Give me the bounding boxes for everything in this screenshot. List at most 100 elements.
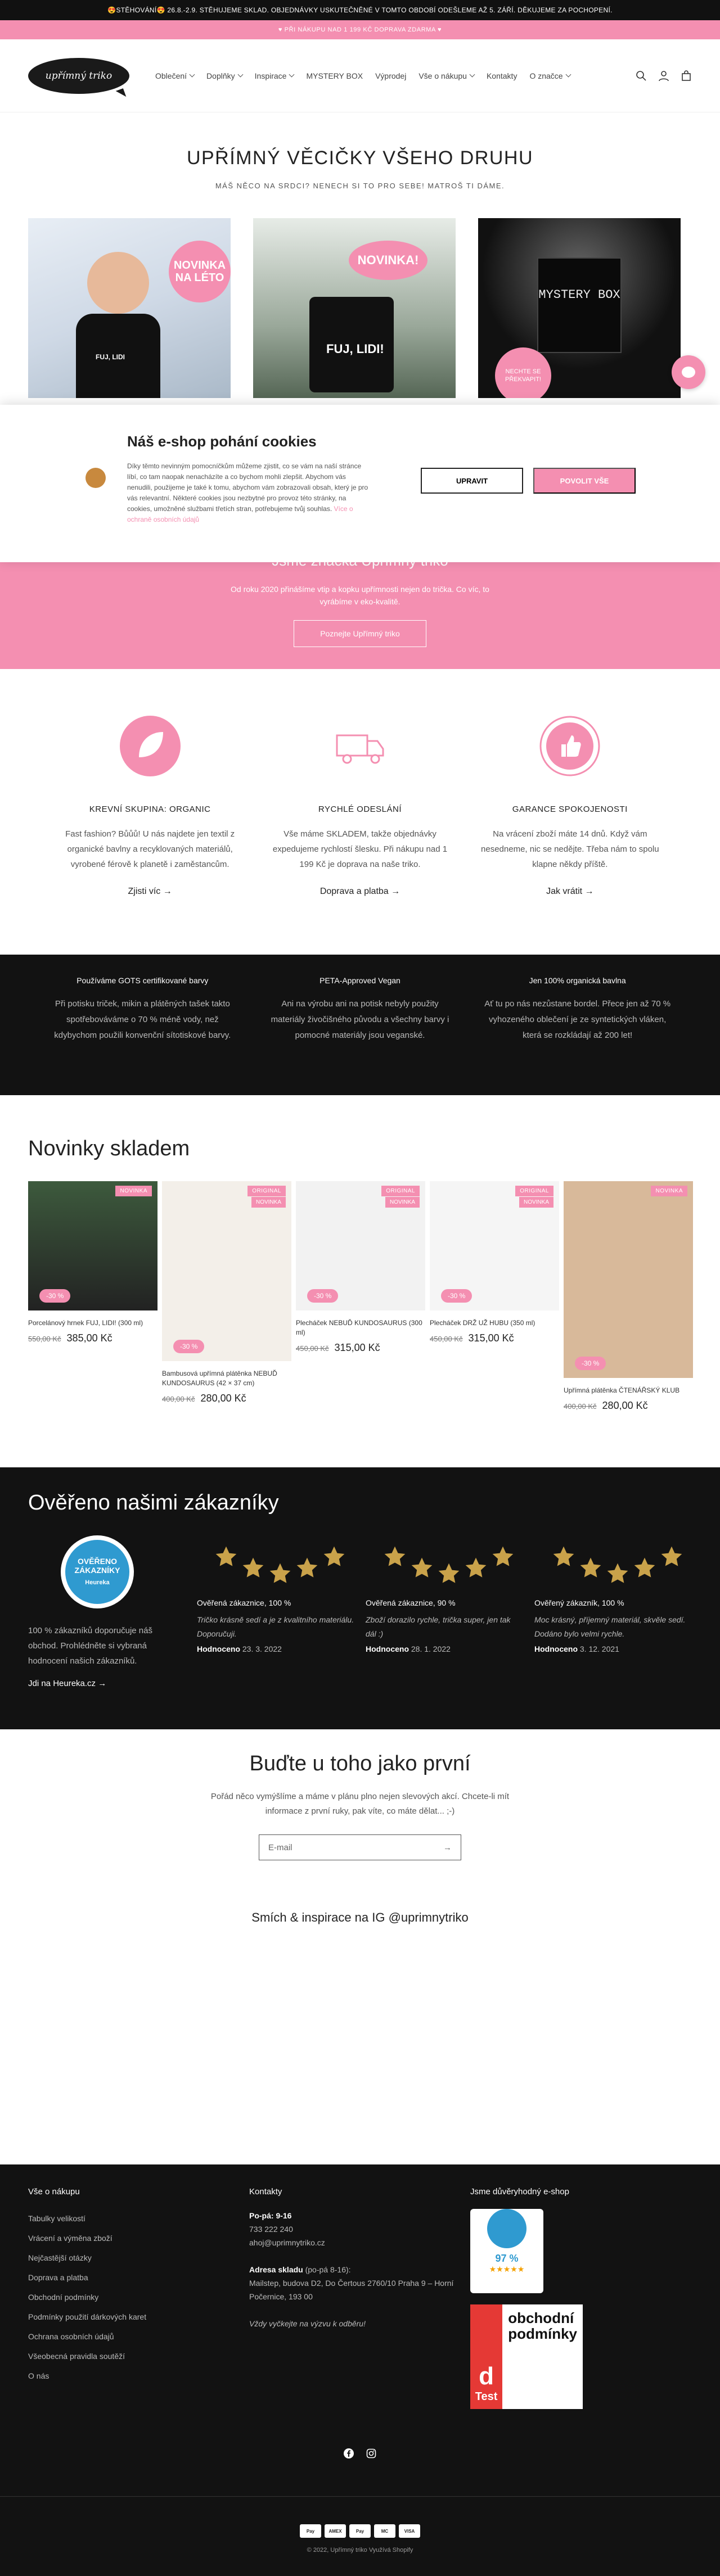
feature-link[interactable]: Jak vrátit → [546, 887, 593, 897]
review-card: Ověřená zákaznice, 100 % Tričko krásně s… [197, 1535, 354, 1689]
copyright: © 2022, Upřímný triko Využívá Shopify [307, 2547, 413, 2554]
tile-new-mug[interactable]: FUJ, LIDI! NOVINKA! [253, 218, 456, 398]
logo-text: upřímný triko [45, 70, 112, 82]
product-card[interactable]: ORIGINAL NOVINKA -30 % Bambusová upřímná p… [162, 1181, 291, 1404]
nav-item[interactable]: Oblečení [155, 71, 195, 80]
instagram-icon[interactable] [366, 2448, 376, 2459]
product-card[interactable]: NOVINKA -30 % Upřímná plátěnka ČTENÁŘSKÝ … [564, 1181, 693, 1412]
review-cards: Ověřená zákaznice, 100 % Tričko krásně s… [197, 1535, 692, 1689]
arrow-right-icon[interactable]: → [443, 1843, 452, 1852]
tile-badge: NECHTE SE PŘEKVAPIT! [495, 347, 551, 398]
contact-address: Mailstep, budova D2, Do Čertous 2760/10 … [249, 2279, 454, 2301]
rating-stars-icon: ★★★★★ [489, 2265, 525, 2274]
heureka-badge-inner: OVĚŘENO ZÁKAZNÍKY Heureka [65, 1540, 129, 1604]
product-image[interactable]: ORIGINAL NOVINKA -30 % [296, 1181, 425, 1310]
nav-item[interactable]: Inspirace [255, 71, 295, 80]
star-icon [215, 1546, 237, 1566]
account-icon[interactable] [658, 70, 669, 82]
rating-stars [551, 1535, 692, 1586]
nav-item-label: Kontakty [486, 71, 518, 80]
footer-link[interactable]: Podmínky použití dárkových karet [28, 2307, 249, 2327]
product-image[interactable]: ORIGINAL NOVINKA -30 % [430, 1181, 559, 1310]
heureka-brand: Heureka [85, 1579, 110, 1586]
review-text: Zboží dorazilo rychle, trička super, jen… [366, 1615, 511, 1638]
feature-link-label: Jak vrátit [546, 887, 583, 896]
product-name[interactable]: Plecháček NEBUĎ KUNDOSAURUS (300 ml) [296, 1318, 425, 1337]
nav-item[interactable]: O značce [529, 71, 572, 80]
product-image[interactable]: NOVINKA -30 % [564, 1181, 693, 1378]
hero-subtitle: MÁŠ NĚCO NA SRDCI? NENECH SI TO PRO SEBE… [215, 182, 505, 190]
heureka-link[interactable]: Jdi na Heureka.cz → [28, 1679, 106, 1688]
footer-link[interactable]: Tabulky velikostí [28, 2209, 249, 2229]
product-image[interactable]: ORIGINAL NOVINKA -30 % [162, 1181, 291, 1361]
chat-button[interactable] [672, 355, 705, 389]
star-icon [580, 1557, 601, 1578]
nav-item[interactable]: Výprodej [375, 71, 406, 80]
feature-link[interactable]: Zjisti víc → [128, 887, 172, 897]
contact-email[interactable]: ahoj@uprimnytriko.cz [249, 2236, 470, 2249]
heureka-certificate[interactable]: 97 % ★★★★★ [470, 2209, 543, 2293]
feature-shipping: RYCHLÉ ODESLÁNÍ Vše máme SKLADEM, takže … [270, 715, 450, 897]
email-placeholder: E-mail [268, 1842, 292, 1852]
nav-item[interactable]: Vše o nákupu [418, 71, 475, 80]
footer-link[interactable]: Obchodní podmínky [28, 2288, 249, 2307]
footer-link[interactable]: Vrácení a výměna zboží [28, 2229, 249, 2248]
current-price: 280,00 Kč [200, 1393, 246, 1404]
payment-icons: Pay AMEX Pay MC VISA [0, 2524, 720, 2538]
nav-item[interactable]: Doplňky [206, 71, 244, 80]
site-footer: Vše o nákupu Tabulky velikostí Vrácení a … [0, 2164, 720, 2576]
nav-item[interactable]: Kontakty [487, 71, 517, 80]
product-card[interactable]: ORIGINAL NOVINKA -30 % Plecháček DRŽ UŽ HU… [430, 1181, 559, 1344]
product-tag: NOVINKA [651, 1186, 687, 1196]
star-icon [269, 1563, 291, 1583]
footer-col-contacts: Kontakty Po-pá: 9-16 733 222 240 ahoj@up… [249, 2187, 470, 2409]
facebook-icon[interactable] [344, 2448, 354, 2459]
sale-badge: -30 % [441, 1289, 472, 1303]
feature-organic: KREVNÍ SKUPINA: ORGANIC Fast fashion? Bů… [60, 715, 240, 897]
feature-link[interactable]: Doprava a platba → [320, 887, 400, 897]
value-text: Ať tu po nás nezůstane bordel. Přece jen… [484, 999, 671, 1040]
product-tag: ORIGINAL [248, 1186, 286, 1196]
star-icon [634, 1557, 655, 1578]
sale-badge: -30 % [307, 1289, 339, 1303]
cookie-accept-button[interactable]: POVOLIT VŠE [533, 468, 636, 494]
value-title: Používáme GOTS certifikované barvy [76, 976, 209, 985]
product-card[interactable]: ORIGINAL NOVINKA -30 % Plecháček NEBUĎ KUN… [296, 1181, 425, 1354]
footer-link[interactable]: Ochrana osobních údajů [28, 2327, 249, 2347]
nav-item[interactable]: MYSTERY BOX [306, 71, 363, 80]
footer-link[interactable]: Nejčastější otázky [28, 2248, 249, 2268]
product-name[interactable]: Plecháček DRŽ UŽ HUBU (350 ml) [430, 1318, 559, 1328]
cart-icon[interactable] [681, 70, 692, 82]
email-field[interactable]: E-mail → [259, 1834, 461, 1860]
contact-phone[interactable]: 733 222 240 [249, 2222, 470, 2236]
logo[interactable]: upřímný triko [28, 57, 129, 94]
product-name[interactable]: Porcelánový hrnek FUJ, LIDI! (300 ml) [28, 1318, 158, 1328]
footer-link[interactable]: Všeobecná pravidla soutěží [28, 2347, 249, 2366]
heureka-score: 97 % [495, 2253, 519, 2264]
reviews-row: OVĚŘENO ZÁKAZNÍKY Heureka 100 % zákazníků… [28, 1535, 692, 1689]
tile-badge: NOVINKA! [349, 241, 428, 280]
tile-mystery-box[interactable]: MYSTERY BOX NECHTE SE PŘEKVAPIT! [478, 218, 681, 398]
cookie-config-button[interactable]: UPRAVIT [421, 468, 523, 494]
contact-hours: Po-pá: 9-16 [249, 2211, 292, 2220]
newsletter-text: Pořád něco vymýšlíme a máme v plánu plno… [210, 1792, 510, 1816]
payment-method-icon: Pay [349, 2524, 371, 2538]
product-image[interactable]: NOVINKA -30 % [28, 1181, 158, 1310]
brand-band-button[interactable]: Poznejte Upřímný triko [294, 620, 426, 647]
product-name[interactable]: Bambusová upřímná plátěnka NEBUĎ KUNDOSA… [162, 1369, 291, 1388]
product-name[interactable]: Upřímná plátěnka ČTENÁŘSKÝ KLUB [564, 1386, 693, 1395]
current-price: 315,00 Kč [468, 1332, 514, 1344]
feature-link-label: Doprava a platba [320, 887, 389, 896]
value-title: Jen 100% organická bavlna [529, 976, 626, 985]
product-card[interactable]: NOVINKA -30 % Porcelánový hrnek FUJ, LIDI… [28, 1181, 158, 1344]
new-products-section: Novinky skladem NOVINKA -30 % Porcelánový… [28, 1137, 693, 1412]
footer-link[interactable]: Doprava a platba [28, 2268, 249, 2288]
dtest-badge[interactable]: d Test obchodní podmínky [470, 2304, 583, 2409]
tile-summer-novelty[interactable]: FUJ, LIDI NOVINKA NA LÉTO [28, 218, 231, 398]
heureka-badge-text: OVĚŘENO ZÁKAZNÍKY [74, 1557, 120, 1575]
footer-link[interactable]: O nás [28, 2366, 249, 2386]
search-icon[interactable] [636, 70, 647, 82]
thumbs-up-icon [539, 716, 600, 776]
product-price: 450,00 Kč 315,00 Kč [430, 1332, 559, 1344]
model-face [87, 252, 149, 314]
